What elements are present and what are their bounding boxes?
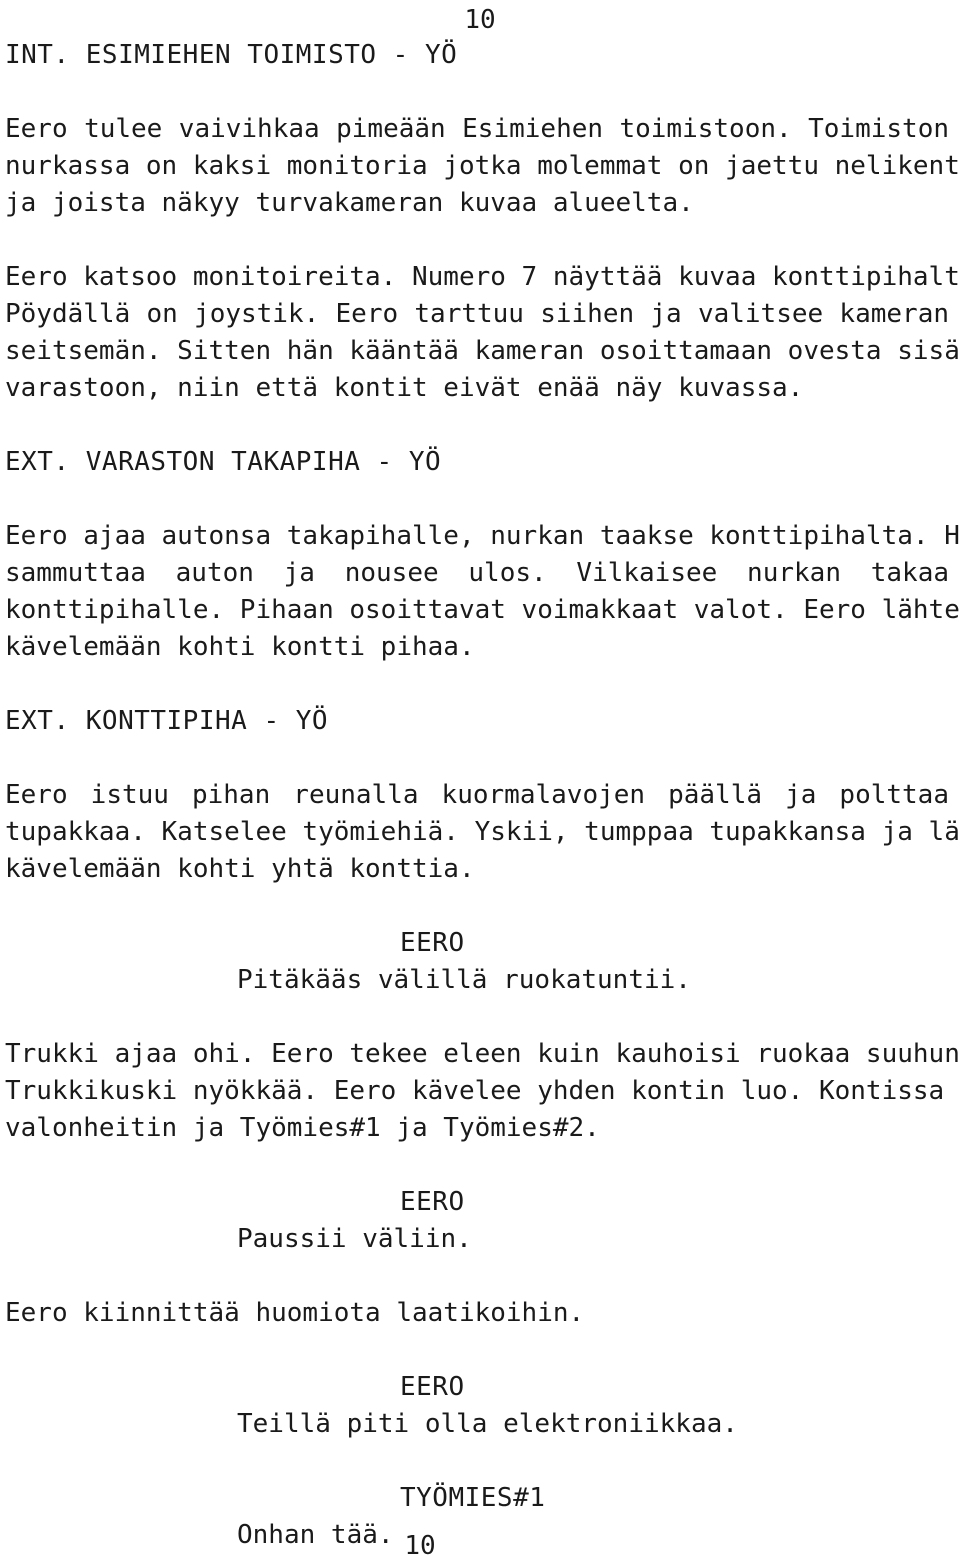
action-line: Eero tulee vaivihkaa pimeään Esimiehen t… — [5, 114, 949, 144]
action-line: kävelemään kohti kontti pihaa. — [5, 632, 475, 662]
dialogue-block: EERO Teillä piti olla elektroniikkaa. — [5, 1369, 955, 1443]
action-line: Pöydällä on joystik. Eero tarttuu siihen… — [5, 299, 949, 329]
vertical-spacer — [5, 407, 955, 444]
action-line: valonheitin ja Työmies#1 ja Työmies#2. — [5, 1113, 600, 1143]
vertical-spacer — [5, 1443, 955, 1480]
action-paragraph: Eero kiinnittää huomiota laatikoihin. — [5, 1295, 949, 1332]
dialogue-block: EERO Paussii väliin. — [5, 1184, 955, 1258]
vertical-spacer — [5, 1332, 955, 1369]
action-line: Trukkikuski nyökkää. Eero kävelee yhden … — [5, 1076, 960, 1106]
dialogue-block: EERO Pitäkääs välillä ruokatuntii. — [5, 925, 955, 999]
scene-heading: INT. ESIMIEHEN TOIMISTO - YÖ — [5, 40, 458, 70]
action-line: tupakkaa. Katselee työmiehiä. Yskii, tum… — [5, 817, 960, 847]
action-line: Trukki ajaa ohi. Eero tekee eleen kuin k… — [5, 1039, 960, 1069]
action-line: Eero katsoo monitoireita. Numero 7 näytt… — [5, 262, 960, 292]
action-line: nurkassa on kaksi monitoria jotka molemm… — [5, 151, 960, 181]
character-cue: TYÖMIES#1 — [400, 1483, 546, 1513]
action-line: Eero ajaa autonsa takapihalle, nurkan ta… — [5, 521, 960, 551]
action-line: ja joista näkyy turvakameran kuvaa aluee… — [5, 188, 694, 218]
character-cue: EERO — [400, 1372, 465, 1402]
vertical-spacer — [5, 999, 955, 1036]
action-paragraph: Eero ajaa autonsa takapihalle, nurkan ta… — [5, 518, 960, 666]
vertical-spacer — [5, 888, 955, 925]
vertical-spacer — [5, 1258, 955, 1295]
vertical-spacer — [5, 74, 955, 111]
vertical-spacer — [5, 222, 955, 259]
dialogue-line: Pitäkääs välillä ruokatuntii. — [237, 965, 691, 995]
scene-heading: EXT. VARASTON TAKAPIHA - YÖ — [5, 447, 442, 477]
page-number-bottom: 10 — [404, 1531, 436, 1561]
screenplay-body: INT. ESIMIEHEN TOIMISTO - YÖ Eero tulee v… — [5, 0, 960, 1567]
action-line: konttipihalle. Pihaan osoittavat voimakk… — [5, 595, 960, 625]
dialogue-line: Paussii väliin. — [237, 1224, 472, 1254]
action-paragraph: Eero katsoo monitoireita. Numero 7 näytt… — [5, 259, 960, 407]
vertical-spacer — [5, 0, 955, 37]
action-line: kävelemään kohti yhtä konttia. — [5, 854, 475, 884]
action-line: Eero kiinnittää huomiota laatikoihin. — [5, 1298, 585, 1328]
vertical-spacer — [5, 481, 955, 518]
character-cue: EERO — [400, 1187, 465, 1217]
action-paragraph: Eero istuu pihan reunalla kuormalavojen … — [5, 777, 960, 888]
action-line: varastoon, niin että kontit eivät enää n… — [5, 373, 804, 403]
scene-heading: EXT. KONTTIPIHA - YÖ — [5, 706, 329, 736]
vertical-spacer — [5, 1147, 955, 1184]
vertical-spacer — [5, 666, 955, 703]
screenplay-page: 10 INT. ESIMIEHEN TOIMISTO - YÖ Eero tule… — [0, 0, 960, 1567]
action-line: sammuttaa auton ja nousee ulos. Vilkaise… — [5, 558, 949, 588]
dialogue-line: Teillä piti olla elektroniikkaa. — [237, 1409, 738, 1439]
action-line: seitsemän. Sitten hän kääntää kameran os… — [5, 336, 960, 366]
character-cue: EERO — [400, 928, 465, 958]
action-paragraph: Eero tulee vaivihkaa pimeään Esimiehen t… — [5, 111, 960, 222]
action-paragraph: Trukki ajaa ohi. Eero tekee eleen kuin k… — [5, 1036, 960, 1147]
vertical-spacer — [5, 740, 955, 777]
action-line: Eero istuu pihan reunalla kuormalavojen … — [5, 780, 949, 810]
